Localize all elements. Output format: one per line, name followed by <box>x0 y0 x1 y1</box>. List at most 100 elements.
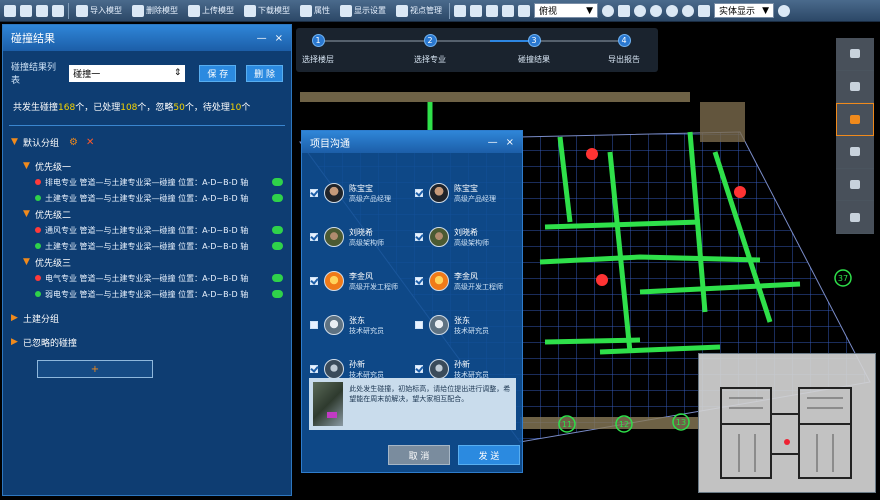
display-settings-button[interactable]: 显示设置 <box>337 4 389 18</box>
list-item[interactable]: 排电专业 管道—与土建专业梁—碰撞 位置：A-D~B-D 轴 <box>11 174 283 190</box>
rectangle-icon[interactable] <box>518 4 530 17</box>
display-mode-select[interactable]: 实体显示 ▼ <box>714 3 774 18</box>
delete-button[interactable]: 删 除 <box>246 64 283 82</box>
group-ignored[interactable]: ▶ 已忽略的碰撞 <box>11 334 283 350</box>
wall-segment <box>700 102 745 142</box>
close-icon[interactable]: × <box>275 33 283 44</box>
step-1[interactable]: 1 选择楼层 <box>288 34 348 65</box>
cancel-button[interactable]: 取 消 <box>388 445 450 465</box>
add-group-button[interactable]: + <box>37 360 153 378</box>
clash-marker[interactable] <box>734 186 746 198</box>
minimize-icon[interactable]: — <box>257 33 267 44</box>
sidebar-item-user[interactable] <box>836 71 874 104</box>
measure-icon[interactable] <box>454 4 466 17</box>
zoom-in-icon[interactable] <box>634 4 646 17</box>
fit-view-icon[interactable] <box>618 4 630 17</box>
list-item[interactable]: 土建专业 管道—与土建专业梁—碰撞 位置：A-D~B-D 轴 <box>11 238 283 254</box>
clash-marker[interactable] <box>586 148 598 160</box>
save-button[interactable]: 保 存 <box>199 64 237 82</box>
view-select[interactable]: 俯视 ▼ <box>534 3 598 18</box>
chat-icon[interactable] <box>272 194 283 202</box>
upload-icon <box>188 4 200 17</box>
send-button[interactable]: 发 送 <box>458 445 520 465</box>
list-item[interactable]: 通风专业 管道—与土建专业梁—碰撞 位置：A-D~B-D 轴 <box>11 222 283 238</box>
member-checkbox[interactable] <box>310 365 318 373</box>
ignored-count: 50 <box>173 103 185 113</box>
settings-gear-icon[interactable] <box>778 4 790 17</box>
list-item[interactable]: 土建专业 管道—与土建专业梁—碰撞 位置：A-D~B-D 轴 <box>11 190 283 206</box>
zoom-window-icon[interactable] <box>666 4 678 17</box>
download-model-button[interactable]: 下载模型 <box>241 4 293 18</box>
sidebar-item-home[interactable] <box>836 38 874 71</box>
chat-icon[interactable] <box>272 290 283 298</box>
member-item[interactable]: 张东 技术研究员 <box>415 303 520 347</box>
member-item[interactable]: 张东 技术研究员 <box>310 303 415 347</box>
member-checkbox[interactable] <box>415 189 423 197</box>
minimize-icon[interactable]: — <box>488 137 498 148</box>
clash-marker[interactable] <box>596 274 608 286</box>
rotate-icon[interactable] <box>602 4 614 17</box>
member-checkbox[interactable] <box>310 189 318 197</box>
list-item[interactable]: 电气专业 管道—与土建专业梁—碰撞 位置：A-D~B-D 轴 <box>11 270 283 286</box>
member-item[interactable]: 李金风 高级开发工程师 <box>415 259 520 303</box>
member-item[interactable]: 刘晓希 高级架构师 <box>415 215 520 259</box>
user-icon <box>850 82 860 91</box>
step-3[interactable]: 3 碰撞结果 <box>504 34 564 65</box>
floor-plan-minimap[interactable] <box>698 353 876 493</box>
attributes-button[interactable]: 属性 <box>297 4 333 18</box>
open-folder-icon[interactable] <box>20 4 32 17</box>
pen-icon[interactable] <box>470 4 482 17</box>
priority-1[interactable]: ▼ 优先级一 <box>11 158 283 174</box>
chat-icon[interactable] <box>272 274 283 282</box>
result-list-select[interactable]: 碰撞一 ⇕ <box>69 64 186 82</box>
text-icon[interactable] <box>502 4 514 17</box>
close-icon[interactable]: × <box>506 137 514 148</box>
panel-header: 碰撞结果 — × <box>3 25 291 51</box>
sidebar-item-briefcase[interactable] <box>836 103 874 137</box>
zoom-out-icon[interactable] <box>650 4 662 17</box>
close-icon[interactable]: ✕ <box>86 137 94 148</box>
step-2[interactable]: 2 选择专业 <box>400 34 460 65</box>
member-item[interactable]: 陈宝宝 高级产品经理 <box>310 171 415 215</box>
print-icon[interactable] <box>52 4 64 17</box>
sidebar-item-phone[interactable] <box>836 201 874 235</box>
chat-icon[interactable] <box>272 178 283 186</box>
member-checkbox[interactable] <box>415 277 423 285</box>
chat-icon[interactable] <box>272 226 283 234</box>
toolbar-divider <box>68 2 69 19</box>
line-icon[interactable] <box>486 4 498 17</box>
avatar <box>429 271 449 291</box>
member-item[interactable]: 刘晓希 高级架构师 <box>310 215 415 259</box>
priority-3[interactable]: ▼ 优先级三 <box>11 254 283 270</box>
member-checkbox[interactable] <box>415 321 423 329</box>
view-manage-button[interactable]: 视点管理 <box>393 4 445 18</box>
message-box[interactable]: 此处发生碰撞，初始标高，请给位提出进行调整，希望能在周末前解决，望大家相互配合。 <box>309 378 516 430</box>
member-checkbox[interactable] <box>415 233 423 241</box>
delete-model-button[interactable]: 删除模型 <box>129 4 181 18</box>
pan-icon[interactable] <box>682 4 694 17</box>
group-civil[interactable]: ▶ 土建分组 <box>11 310 283 326</box>
chevron-down-icon: ▼ <box>23 209 30 219</box>
member-checkbox[interactable] <box>310 233 318 241</box>
member-checkbox[interactable] <box>310 321 318 329</box>
sidebar-item-settings[interactable] <box>836 136 874 169</box>
chevron-down-icon: ▼ <box>23 257 30 267</box>
gear-icon[interactable]: ⚙ <box>69 137 78 148</box>
upload-model-button[interactable]: 上传模型 <box>185 4 237 18</box>
member-item[interactable]: 陈宝宝 高级产品经理 <box>415 171 520 215</box>
group-default[interactable]: ▼ 默认分组 ⚙ ✕ <box>11 134 283 150</box>
new-file-icon[interactable] <box>4 4 16 17</box>
walk-person-icon[interactable] <box>698 4 710 17</box>
member-checkbox[interactable] <box>415 365 423 373</box>
member-item[interactable]: 李金风 高级开发工程师 <box>310 259 415 303</box>
clash-screenshot-thumbnail[interactable] <box>313 382 344 426</box>
sidebar-item-document[interactable] <box>836 169 874 202</box>
save-icon[interactable] <box>36 4 48 17</box>
member-checkbox[interactable] <box>310 277 318 285</box>
import-model-button[interactable]: 导入模型 <box>73 4 125 18</box>
list-item[interactable]: 弱电专业 管道—与土建专业梁—碰撞 位置：A-D~B-D 轴 <box>11 286 283 302</box>
priority-2[interactable]: ▼ 优先级二 <box>11 206 283 222</box>
step-4[interactable]: 4 导出报告 <box>594 34 654 65</box>
chat-icon[interactable] <box>272 242 283 250</box>
status-dot <box>35 291 41 297</box>
